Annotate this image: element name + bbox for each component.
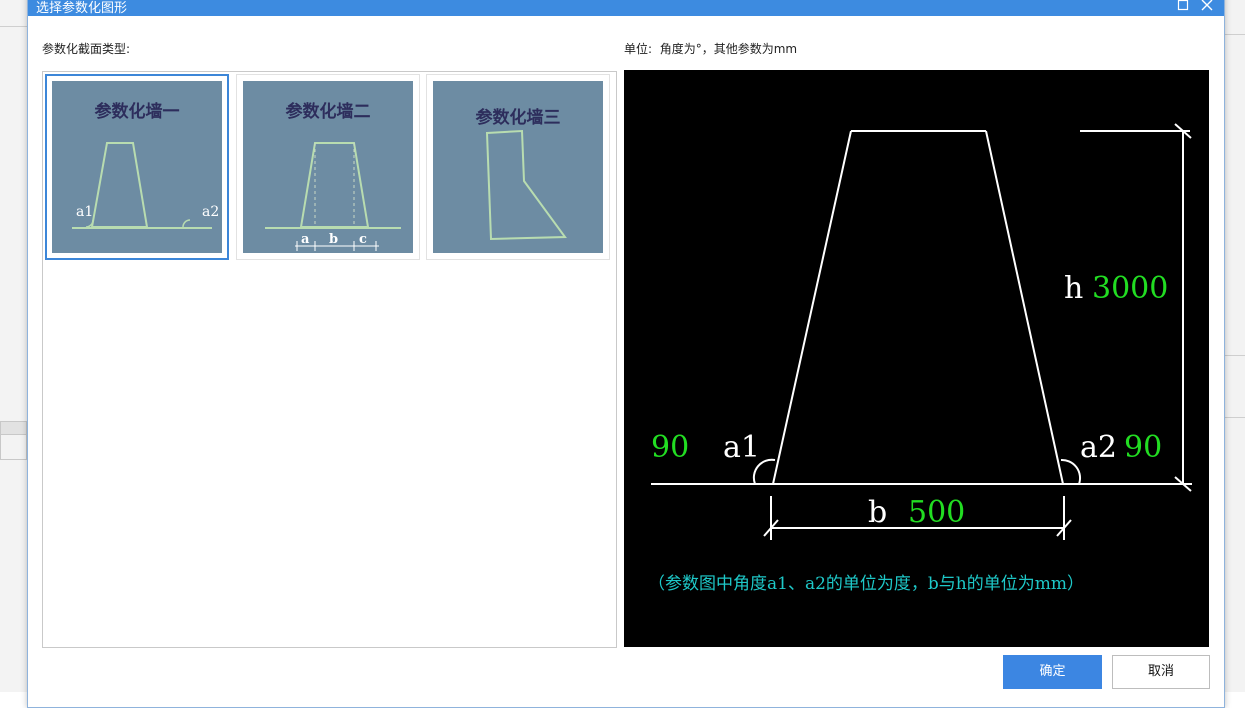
b-label: b bbox=[868, 495, 887, 530]
dialog-title: 选择参数化图形 bbox=[36, 1, 128, 16]
shape-type-list[interactable]: 参数化墙一 a1 a2 参数化墙二 a b c 参数化墙三 bbox=[42, 71, 617, 648]
units-text: 角度为°，其他参数为mm bbox=[659, 42, 798, 56]
a2-label: a2 bbox=[1080, 430, 1117, 465]
dialog-titlebar[interactable]: 选择参数化图形 bbox=[28, 0, 1224, 16]
units-prefix: 单位: bbox=[624, 42, 653, 56]
a2-value: 90 bbox=[1124, 430, 1162, 465]
close-button[interactable] bbox=[1198, 0, 1216, 13]
cancel-button[interactable]: 取消 bbox=[1112, 655, 1210, 689]
wall-1-diagram: a1 a2 bbox=[72, 142, 219, 229]
close-icon bbox=[1201, 0, 1213, 11]
b-value: 500 bbox=[908, 495, 965, 530]
h-value: 3000 bbox=[1092, 271, 1168, 306]
shape-thumbnail-wall-1[interactable]: 参数化墙一 a1 a2 bbox=[45, 74, 229, 260]
select-parametric-shape-dialog: 选择参数化图形 参数化截面类型: 单位: 角度为°，其他参数为mm 参数化墙一 … bbox=[27, 0, 1225, 708]
a1-value: 90 bbox=[651, 430, 689, 465]
shape-thumbnail-wall-2[interactable]: 参数化墙二 a b c bbox=[236, 74, 420, 260]
background-divider bbox=[1224, 34, 1245, 35]
thumb-a1-label: a1 bbox=[76, 204, 93, 220]
thumb-c-label: c bbox=[359, 232, 367, 247]
parameter-preview: h 3000 90 a1 a2 90 b 500 （参数图中角度a1、a2的单位… bbox=[624, 70, 1209, 647]
wall-2-diagram: a b c bbox=[265, 142, 401, 251]
thumb-b-label: b bbox=[329, 232, 338, 247]
thumbnail-image: 参数化墙二 a b c bbox=[243, 81, 413, 253]
units-note: （参数图中角度a1、a2的单位为度，b与h的单位为mm） bbox=[648, 574, 1084, 594]
background-cell bbox=[0, 434, 27, 460]
background-divider bbox=[0, 26, 27, 27]
background-divider bbox=[1224, 355, 1245, 356]
units-label: 单位: 角度为°，其他参数为mm bbox=[624, 40, 797, 57]
section-type-label: 参数化截面类型: bbox=[42, 42, 131, 56]
preview-drawing: h 3000 90 a1 a2 90 b 500 （参数图中角度a1、a2的单位… bbox=[648, 123, 1192, 594]
maximize-button[interactable] bbox=[1174, 0, 1192, 13]
ok-button[interactable]: 确定 bbox=[1003, 655, 1102, 689]
h-label: h bbox=[1064, 271, 1083, 306]
shape-thumbnail-wall-3[interactable]: 参数化墙三 bbox=[426, 74, 610, 260]
background-cell bbox=[0, 421, 27, 435]
wall-3-diagram bbox=[485, 129, 567, 241]
background-divider bbox=[1224, 417, 1245, 418]
a1-label: a1 bbox=[723, 430, 760, 465]
thumb-a2-label: a2 bbox=[202, 204, 219, 220]
maximize-icon bbox=[1177, 0, 1189, 11]
thumb-a-label: a bbox=[301, 232, 310, 247]
thumbnail-image: 参数化墙一 a1 a2 bbox=[52, 81, 222, 253]
thumbnail-image: 参数化墙三 bbox=[433, 81, 603, 253]
